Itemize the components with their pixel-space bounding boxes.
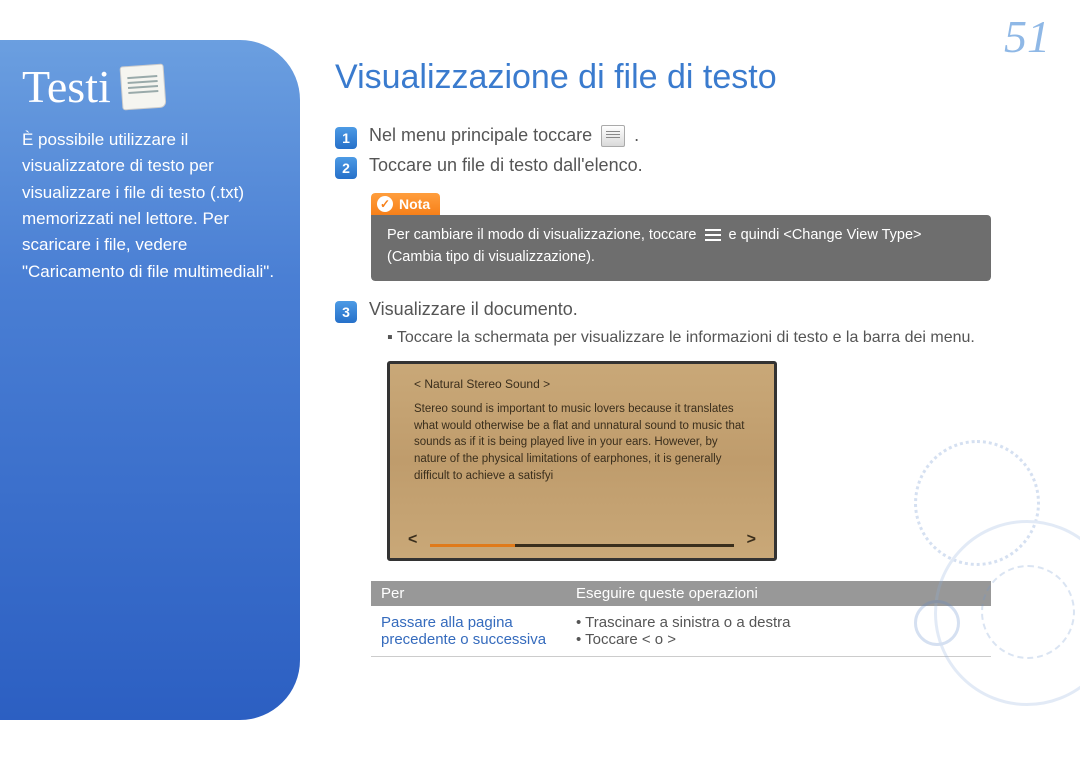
page-number: 51 [1004,10,1050,63]
step-3-bullet: ▪ Toccare la schermata per visualizzare … [387,329,1035,347]
step-3-text: Visualizzare il documento. [369,299,578,320]
note-header: ✓ Nota [371,193,440,215]
table-cell-howto-1: Trascinare a sinistra o a destra [585,614,790,631]
parchment-title: < Natural Stereo Sound > [414,376,750,393]
step-number-icon: 3 [335,301,357,323]
step-2: 2 Toccare un file di testo dall'elenco. [335,155,1035,179]
step-number-icon: 1 [335,127,357,149]
table-cell-action: Passare alla pagina precedente o success… [371,606,566,657]
step-3: 3 Visualizzare il documento. [335,299,1035,323]
text-viewer-screenshot: < Natural Stereo Sound > Stereo sound is… [387,361,777,561]
sidebar-title-row: Testi [22,60,278,113]
table-row: Passare alla pagina precedente o success… [371,606,991,657]
step-1: 1 Nel menu principale toccare . [335,125,1035,149]
operations-table: Per Eseguire queste operazioni Passare a… [371,581,991,657]
step-number-icon: 2 [335,157,357,179]
next-page-icon: > [747,528,756,551]
parchment-body: Stereo sound is important to music lover… [414,401,750,484]
sidebar-description: È possibile utilizzare il visualizzatore… [22,127,278,285]
sidebar: Testi È possibile utilizzare il visualiz… [0,40,300,720]
hamburger-icon [705,229,721,241]
note-box: ✓ Nota Per cambiare il modo di visualizz… [371,193,991,281]
sidebar-title: Testi [22,60,111,113]
menu-text-icon [601,125,625,147]
checkmark-icon: ✓ [377,196,393,212]
step-1-text-after: . [634,125,639,145]
step-1-text: Nel menu principale toccare . [369,125,639,147]
page-title: Visualizzazione di file di testo [335,58,1035,97]
parchment-footer: < > [390,528,774,551]
step-2-text: Toccare un file di testo dall'elenco. [369,155,643,176]
prev-page-icon: < [408,528,417,551]
step-1-text-before: Nel menu principale toccare [369,125,597,145]
step-3-bullet-text: Toccare la schermata per visualizzare le… [397,329,975,346]
note-body: Per cambiare il modo di visualizzazione,… [371,215,991,281]
text-file-icon [119,63,166,110]
main-content: Visualizzazione di file di testo 1 Nel m… [335,58,1035,657]
note-label: Nota [399,196,430,212]
table-cell-howto-2: Toccare < o > [585,631,676,648]
table-header-per: Per [371,581,566,606]
